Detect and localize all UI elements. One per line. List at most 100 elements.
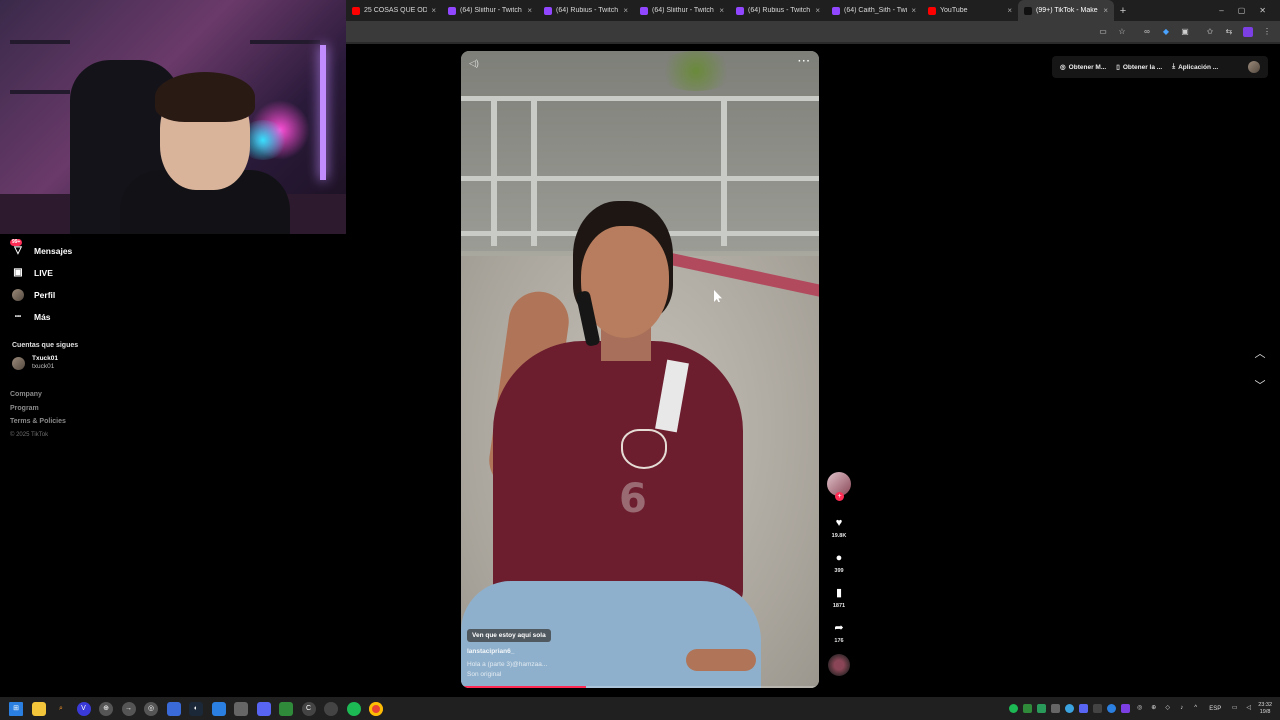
chrome-icon[interactable] xyxy=(369,701,383,716)
tray-icon[interactable]: ◇ xyxy=(1163,704,1172,713)
browser-tab[interactable]: (64) Rubius - Twitch × xyxy=(538,0,634,21)
tab-close-icon[interactable]: × xyxy=(719,6,724,15)
next-video-chevron-down-icon[interactable]: ﹀ xyxy=(1252,378,1268,394)
tray-icon[interactable] xyxy=(1037,704,1047,713)
footer-link[interactable]: Program xyxy=(10,405,190,419)
tray-icon[interactable] xyxy=(1079,704,1089,713)
tab-close-icon[interactable]: × xyxy=(527,6,532,15)
user-avatar[interactable] xyxy=(1248,61,1260,73)
app-icon[interactable] xyxy=(279,701,293,716)
tab-close-icon[interactable]: × xyxy=(1007,6,1012,15)
tray-icon[interactable] xyxy=(1107,704,1117,713)
footer-link[interactable]: Company xyxy=(10,391,190,405)
obs-icon[interactable]: ◎ xyxy=(144,701,158,716)
extension-icon[interactable]: ∞ xyxy=(1142,27,1152,37)
maximize-icon[interactable]: ▢ xyxy=(1238,6,1246,15)
menu-icon[interactable]: ⋮ xyxy=(1262,27,1272,37)
volume-icon[interactable]: ◁ xyxy=(1244,704,1253,713)
tab-close-icon[interactable]: × xyxy=(623,6,628,15)
search-icon[interactable]: ⌕ xyxy=(54,702,68,716)
tray-icon[interactable] xyxy=(1051,704,1061,713)
steam-icon[interactable]: ◐ xyxy=(189,701,203,716)
creator-avatar[interactable]: + xyxy=(827,472,851,501)
app-icon[interactable] xyxy=(166,701,181,716)
tab-title: (64) Rubius - Twitch xyxy=(748,7,811,14)
app-icon[interactable] xyxy=(324,701,338,716)
app-icon[interactable]: C xyxy=(301,701,316,716)
share-action[interactable]: ➦ 176 xyxy=(834,621,843,644)
bookmark-icon[interactable]: ▮ xyxy=(836,586,842,600)
spotify-icon[interactable] xyxy=(346,701,361,716)
sidebar-item-live[interactable]: ▣ LIVE xyxy=(0,262,200,284)
browser-tab[interactable]: (64) Sliithur - Twitch × xyxy=(634,0,730,21)
windows-start-icon[interactable]: ⊞ xyxy=(9,701,23,716)
minimize-icon[interactable]: – xyxy=(1219,6,1223,15)
video-description[interactable]: Hola a (parte 3)@hamzaa... xyxy=(467,661,547,668)
discord-icon[interactable] xyxy=(256,701,271,716)
extension-icon[interactable]: ◆ xyxy=(1161,27,1171,37)
like-action[interactable]: ♥ 19.8K xyxy=(832,516,847,539)
tab-favicon-icon xyxy=(640,6,648,15)
following-account[interactable]: Txuck01 txuck01 xyxy=(0,349,200,371)
monitor-icon[interactable]: ▭ xyxy=(1230,704,1239,713)
tab-close-icon[interactable]: × xyxy=(815,6,820,15)
tray-icon[interactable]: ⊕ xyxy=(1149,704,1158,713)
tab-close-icon[interactable]: × xyxy=(431,6,436,15)
header-chip[interactable]: ◎ Obtener M... xyxy=(1060,63,1106,72)
sidebar-item-más[interactable]: ••• Más xyxy=(0,306,200,328)
video-sound[interactable]: Son original xyxy=(467,671,501,678)
footer-link[interactable]: Terms & Policies xyxy=(10,418,190,432)
tab-close-icon[interactable]: × xyxy=(911,6,916,15)
share-icon[interactable]: ➦ xyxy=(834,621,843,635)
sidebar-item-perfil[interactable]: Perfil xyxy=(0,284,200,306)
file-explorer-icon[interactable] xyxy=(31,701,46,716)
browser-tab[interactable]: (64) Rubius - Twitch × xyxy=(730,0,826,21)
browser-tab[interactable]: (99+) TikTok - Make Your Day × xyxy=(1018,0,1114,21)
app-icon[interactable] xyxy=(234,701,248,716)
previous-video-chevron-up-icon[interactable]: ︿ xyxy=(1252,346,1268,362)
microphone-icon[interactable]: ♪ xyxy=(1177,704,1186,713)
app-icon[interactable]: ⊕ xyxy=(99,701,113,716)
footer-links: Company Program Terms & Policies © 2025 Tik… xyxy=(0,391,200,445)
close-window-icon[interactable]: ✕ xyxy=(1259,6,1266,15)
browser-tab[interactable]: (64) Caith_Sith - Twitch× xyxy=(826,0,922,21)
sound-disc[interactable] xyxy=(828,654,850,676)
app-icon[interactable]: → xyxy=(121,701,136,716)
app-icon[interactable] xyxy=(211,701,226,716)
comment-icon[interactable]: ● xyxy=(836,551,843,565)
video-progress-bar[interactable] xyxy=(461,686,819,688)
header-chip[interactable]: ▯ Obtener la ... xyxy=(1116,63,1162,72)
new-tab-button[interactable]: + xyxy=(1114,5,1132,17)
tray-icon[interactable] xyxy=(1023,704,1033,713)
tray-icon[interactable] xyxy=(1121,704,1131,713)
profile-icon[interactable] xyxy=(1243,26,1253,37)
sidebar-item-mensajes[interactable]: ▽ 99+ Mensajes xyxy=(0,239,200,262)
video-player[interactable]: 6 ◁) ··· Ven que estoy aquí sola lanstac… xyxy=(461,51,819,688)
bookmark-star-icon[interactable]: ☆ xyxy=(1117,27,1127,37)
comment-action[interactable]: ● 399 xyxy=(834,551,843,574)
browser-tab[interactable]: 25 COSAS QUE ODIAMOS× xyxy=(346,0,442,21)
favorites-icon[interactable]: ✩ xyxy=(1205,27,1215,37)
tray-icon[interactable] xyxy=(1009,704,1019,713)
puzzle-icon[interactable]: ▣ xyxy=(1180,27,1190,37)
caption-pill: Ven que estoy aquí sola xyxy=(467,629,551,642)
tray-chevron-icon[interactable]: ^ xyxy=(1191,704,1200,713)
input-language[interactable]: ESP xyxy=(1209,706,1221,712)
heart-icon[interactable]: ♥ xyxy=(836,516,843,530)
browser-tab[interactable]: YouTube × xyxy=(922,0,1018,21)
cast-icon[interactable]: ▭ xyxy=(1098,27,1108,37)
volume-icon[interactable]: ◁) xyxy=(469,58,479,69)
video-username[interactable]: lanstaciprian6_ xyxy=(467,648,514,655)
follow-plus-icon[interactable]: + xyxy=(835,492,844,501)
tray-icon[interactable] xyxy=(1065,704,1075,713)
save-action[interactable]: ▮ 1871 xyxy=(833,586,845,609)
more-options-icon[interactable]: ··· xyxy=(798,56,811,67)
tray-icon[interactable]: ◎ xyxy=(1135,704,1144,713)
tab-groups-icon[interactable]: ⇆ xyxy=(1224,27,1234,37)
browser-tab[interactable]: (64) Sliithur - Twitch × xyxy=(442,0,538,21)
tab-close-icon[interactable]: × xyxy=(1103,6,1108,15)
header-chip[interactable]: ⤓ Aplicación ... xyxy=(1172,63,1218,71)
app-icon[interactable]: V xyxy=(76,701,91,716)
clock[interactable]: 23:32 19/8 xyxy=(1258,702,1272,716)
tray-icon[interactable] xyxy=(1093,704,1103,713)
